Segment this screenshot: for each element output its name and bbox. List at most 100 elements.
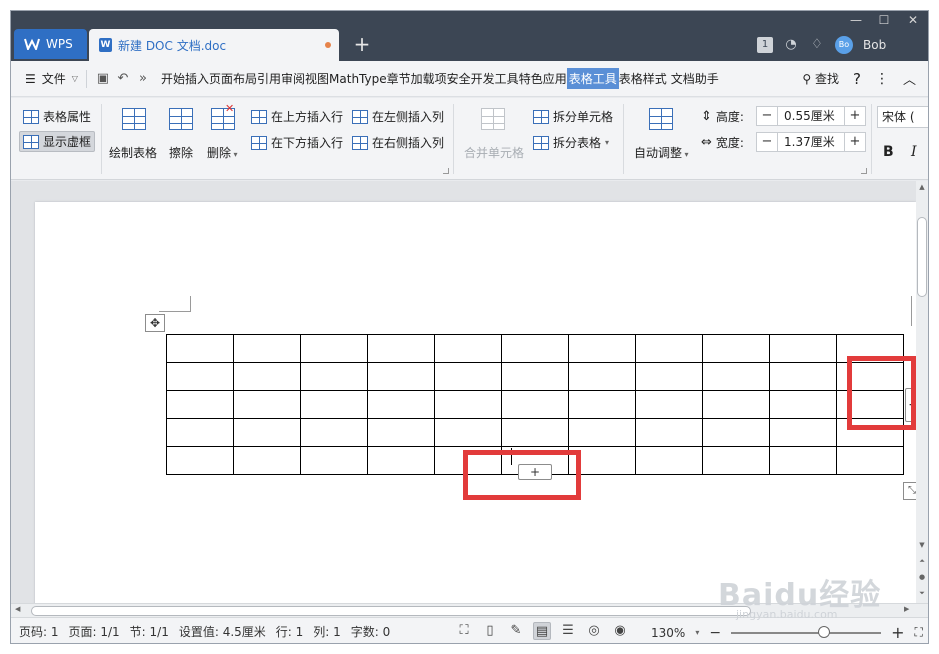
eraser-icon[interactable] — [169, 108, 193, 130]
auto-fit-button[interactable]: 自动调整 ▾ — [634, 144, 689, 161]
dialog-launcher-icon[interactable] — [443, 168, 449, 174]
minimize-icon[interactable]: — — [847, 13, 865, 27]
italic-button[interactable]: I — [911, 144, 917, 160]
font-family-select[interactable]: 宋体 ( — [877, 106, 928, 128]
tab-view[interactable]: 视图 — [305, 68, 329, 89]
wps-home-tab[interactable]: WPS — [14, 29, 87, 59]
table-cell[interactable] — [166, 390, 234, 419]
table-cell[interactable] — [300, 418, 368, 447]
bold-button[interactable]: B — [883, 144, 894, 160]
file-menu-button[interactable]: ☰ 文件 ▽ — [25, 70, 78, 87]
scroll-down-icon[interactable]: ▼ — [916, 541, 928, 549]
row-height-input[interactable]: 0.55厘米 — [777, 107, 845, 125]
save-icon[interactable]: ▣ — [95, 71, 111, 87]
table-cell[interactable] — [501, 418, 569, 447]
table-cell[interactable] — [367, 390, 435, 419]
chevron-down-icon[interactable]: ▾ — [695, 628, 699, 637]
tab-mathtype[interactable]: MathType — [329, 70, 387, 88]
more-options-icon[interactable]: ⋮ — [875, 71, 889, 87]
next-page-icon[interactable]: ⏷ — [916, 589, 928, 598]
table-cell[interactable] — [233, 418, 301, 447]
window-count-badge[interactable]: 1 — [757, 37, 773, 53]
table-cell[interactable] — [635, 418, 703, 447]
help-icon[interactable]: ? — [853, 70, 861, 88]
table-cell[interactable] — [166, 362, 234, 391]
insert-row-above-button[interactable]: 在上方插入行 — [251, 108, 343, 125]
tab-start[interactable]: 开始 — [161, 68, 185, 89]
table-cell[interactable] — [434, 390, 502, 419]
tab-developer[interactable]: 开发工具 — [471, 68, 519, 89]
status-row[interactable]: 行: 1 — [276, 623, 304, 640]
table-cell[interactable] — [769, 334, 837, 363]
table-cell[interactable] — [568, 334, 636, 363]
table-cell[interactable] — [635, 334, 703, 363]
scroll-right-icon[interactable]: ▶ — [904, 605, 909, 613]
undo-icon[interactable]: ↶ — [115, 71, 131, 87]
collapse-ribbon-icon[interactable]: ︿ — [903, 69, 916, 88]
scroll-left-icon[interactable]: ◀ — [15, 605, 20, 613]
reading-mode-icon[interactable]: ▯ — [481, 622, 499, 640]
zoom-out-icon[interactable]: − — [709, 625, 721, 641]
table-cell[interactable] — [702, 334, 770, 363]
table-cell[interactable] — [635, 446, 703, 475]
tab-insert[interactable]: 插入 — [185, 68, 209, 89]
zoom-slider[interactable] — [731, 625, 882, 638]
skin-shirt-icon[interactable]: ♢ — [809, 37, 825, 53]
outline-view-icon[interactable]: ☰ — [559, 622, 577, 640]
table-cell[interactable] — [233, 334, 301, 363]
table-cell[interactable] — [702, 390, 770, 419]
table-cell[interactable] — [501, 334, 569, 363]
table-cell[interactable] — [367, 334, 435, 363]
merge-cells-button[interactable]: 合并单元格 — [464, 144, 524, 161]
tab-addins[interactable]: 加载项 — [411, 68, 447, 89]
table-cell[interactable] — [635, 362, 703, 391]
fullscreen-icon[interactable]: ⛶ — [455, 622, 473, 640]
table-cell[interactable] — [434, 334, 502, 363]
table-cell[interactable] — [233, 390, 301, 419]
table-cell[interactable] — [300, 390, 368, 419]
insert-col-right-button[interactable]: 在右侧插入列 — [352, 134, 444, 151]
table-cell[interactable] — [769, 418, 837, 447]
status-word-count[interactable]: 字数: 0 — [351, 623, 391, 640]
table-cell[interactable] — [635, 390, 703, 419]
insert-col-left-button[interactable]: 在左侧插入列 — [352, 108, 444, 125]
status-pages[interactable]: 页面: 1/1 — [69, 623, 120, 640]
table-cell[interactable] — [233, 446, 301, 475]
tab-sections[interactable]: 章节 — [387, 68, 411, 89]
tab-features[interactable]: 特色应用 — [519, 68, 567, 89]
web-view-icon[interactable]: ◎ — [585, 622, 603, 640]
table-cell[interactable] — [166, 334, 234, 363]
table-cell[interactable] — [702, 446, 770, 475]
draw-table-icon[interactable] — [122, 108, 146, 130]
vertical-scroll-thumb[interactable] — [917, 217, 927, 297]
height-increase-button[interactable]: + — [845, 107, 865, 125]
horizontal-scroll-thumb[interactable] — [31, 606, 751, 616]
document-page[interactable]: ✥ + + ⤡ — [35, 202, 916, 603]
table-cell[interactable] — [367, 362, 435, 391]
document-tab[interactable]: W 新建 DOC 文档.doc — [89, 29, 339, 61]
erase-button[interactable]: 擦除 — [169, 144, 193, 161]
table-cell[interactable] — [836, 446, 904, 475]
status-setting[interactable]: 设置值: 4.5厘米 — [179, 623, 266, 640]
table-cell[interactable] — [568, 390, 636, 419]
status-column[interactable]: 列: 1 — [313, 623, 341, 640]
user-name[interactable]: Bob — [863, 38, 886, 52]
table-cell[interactable] — [233, 362, 301, 391]
table-resize-handle-icon[interactable]: ⤡ — [903, 482, 916, 500]
table-cell[interactable] — [501, 362, 569, 391]
tab-table-tools[interactable]: 表格工具 — [566, 68, 619, 89]
search-button[interactable]: ⚲ 查找 — [802, 70, 839, 87]
table-cell[interactable] — [501, 390, 569, 419]
table-cell[interactable] — [568, 362, 636, 391]
table-move-handle-icon[interactable]: ✥ — [145, 314, 165, 332]
status-page-number[interactable]: 页码: 1 — [19, 623, 59, 640]
tab-security[interactable]: 安全 — [447, 68, 471, 89]
insert-row-below-button[interactable]: 在下方插入行 — [251, 134, 343, 151]
show-gridlines-button[interactable]: 显示虚框 — [19, 131, 96, 152]
split-cells-button[interactable]: 拆分单元格 — [533, 108, 613, 125]
table-cell[interactable] — [300, 334, 368, 363]
table-cell[interactable] — [434, 362, 502, 391]
width-decrease-button[interactable]: − — [757, 133, 777, 151]
table-cell[interactable] — [769, 446, 837, 475]
zoom-slider-knob[interactable] — [818, 625, 831, 638]
